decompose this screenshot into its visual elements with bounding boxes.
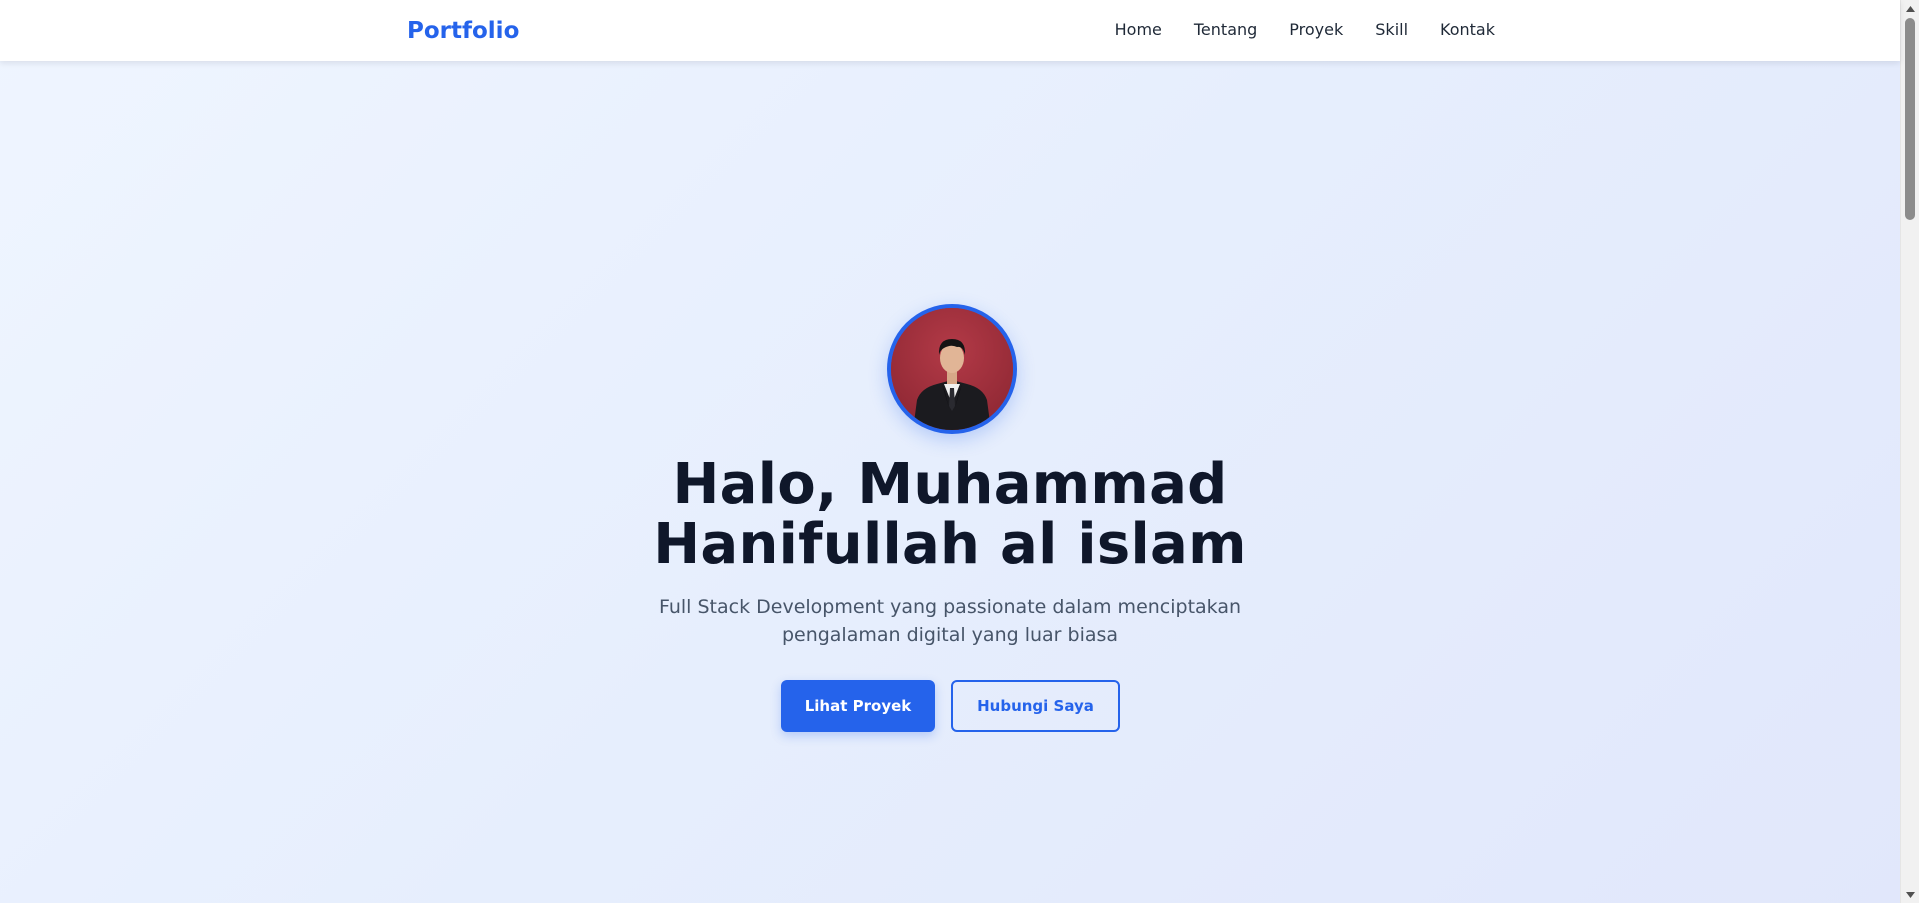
nav-link-skill[interactable]: Skill bbox=[1375, 19, 1408, 41]
hero-headline: Halo, Muhammad Hanifullah al islam bbox=[653, 452, 1247, 577]
browser-viewport: Portfolio Home Tentang Proyek Skill Kont… bbox=[0, 0, 1919, 903]
triangle-up-icon[interactable] bbox=[1901, 0, 1919, 17]
nav-link-kontak[interactable]: Kontak bbox=[1440, 19, 1495, 41]
hero-subtitle: Full Stack Development yang passionate d… bbox=[658, 596, 1242, 646]
nav-link-proyek[interactable]: Proyek bbox=[1289, 19, 1343, 41]
profile-photo bbox=[891, 308, 1013, 430]
vertical-scrollbar[interactable] bbox=[1900, 0, 1919, 903]
nav-link-home[interactable]: Home bbox=[1115, 19, 1162, 41]
triangle-down-icon[interactable] bbox=[1901, 886, 1919, 903]
contact-me-button[interactable]: Hubungi Saya bbox=[951, 680, 1120, 732]
navbar: Portfolio Home Tentang Proyek Skill Kont… bbox=[0, 0, 1900, 61]
portfolio-page: Portfolio Home Tentang Proyek Skill Kont… bbox=[0, 0, 1900, 903]
brand-logo[interactable]: Portfolio bbox=[407, 16, 519, 46]
view-projects-button[interactable]: Lihat Proyek bbox=[781, 680, 935, 732]
nav-links: Home Tentang Proyek Skill Kontak bbox=[1115, 19, 1495, 41]
nav-link-tentang[interactable]: Tentang bbox=[1194, 19, 1257, 41]
profile-avatar bbox=[887, 304, 1017, 434]
hero-section: Halo, Muhammad Hanifullah al islam Full … bbox=[0, 61, 1900, 903]
scrollbar-thumb[interactable] bbox=[1905, 18, 1915, 220]
